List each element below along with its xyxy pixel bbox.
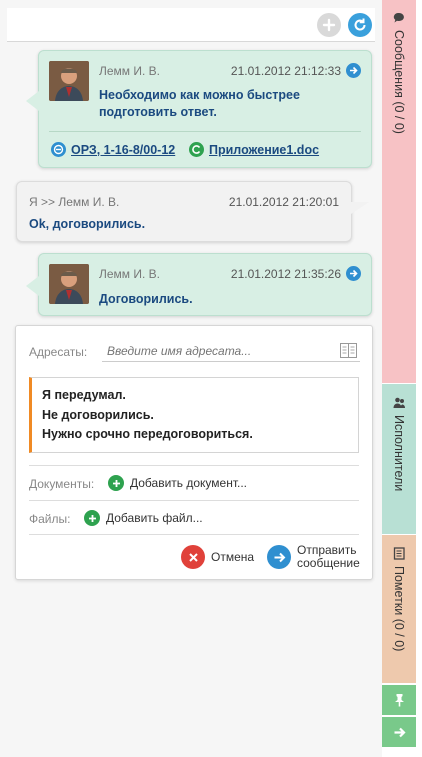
address-book-icon[interactable] xyxy=(340,343,357,358)
refresh-button[interactable] xyxy=(348,13,372,37)
message-outgoing: Я >> Лемм И. В. 21.01.2012 21:20:01 Ok, … xyxy=(16,181,369,242)
cancel-button[interactable]: Отмена xyxy=(181,545,254,569)
message-text: Необходимо как можно быстрее подготовить… xyxy=(99,88,300,119)
documents-label: Документы: xyxy=(29,477,95,491)
send-button[interactable]: Отправить сообщение xyxy=(267,544,360,570)
divider xyxy=(29,465,359,466)
message-author: Лемм И. В. xyxy=(99,267,161,281)
chat-bubble-icon xyxy=(393,12,404,23)
toolbar xyxy=(7,8,375,42)
notebook-icon xyxy=(393,547,405,560)
attachment-link[interactable]: Приложение1.doc xyxy=(189,142,319,157)
users-icon xyxy=(393,397,405,408)
plus-icon xyxy=(108,475,124,491)
message-author: Лемм И. В. xyxy=(99,64,161,78)
document-icon xyxy=(189,142,204,157)
close-icon xyxy=(181,545,205,569)
message-textarea[interactable]: Я передумал. Не договорились. Нужно сроч… xyxy=(29,377,359,453)
link-icon xyxy=(51,142,66,157)
recipients-input[interactable] xyxy=(102,340,360,362)
conversation-panel: Лемм И. В. 21.01.2012 21:12:33 Необходим… xyxy=(0,0,382,757)
bubble-tail xyxy=(26,276,39,296)
side-tabs: Сообщения (0 / 0) Исполнители Пометки (0… xyxy=(382,0,416,757)
message-text: Договорились. xyxy=(99,292,193,306)
add-file-button[interactable]: Добавить файл... xyxy=(84,510,203,526)
message-date: 21.01.2012 21:20:01 xyxy=(228,195,339,209)
arrow-right-icon xyxy=(394,727,406,737)
arrow-right-icon[interactable] xyxy=(346,266,361,281)
message-date: 21.01.2012 21:35:26 xyxy=(230,267,341,281)
compose-form: Адресаты: Я передумал. Не договорились. … xyxy=(15,325,373,580)
message-author: Я >> Лемм И. В. xyxy=(29,195,120,209)
plus-icon xyxy=(84,510,100,526)
add-document-button[interactable]: Добавить документ... xyxy=(108,475,247,491)
message-incoming: Лемм И. В. 21.01.2012 21:35:26 Договорил… xyxy=(26,253,372,316)
avatar[interactable] xyxy=(49,264,89,304)
arrow-right-icon[interactable] xyxy=(346,63,361,78)
arrow-right-icon xyxy=(267,545,291,569)
divider xyxy=(29,534,359,535)
message-text: Ok, договорились. xyxy=(29,217,146,231)
attachment-link[interactable]: ОРЗ, 1-16-8/00-12 xyxy=(51,142,175,157)
message-date: 21.01.2012 21:12:33 xyxy=(230,64,341,78)
tab-executors[interactable]: Исполнители xyxy=(382,384,416,534)
plus-icon xyxy=(322,18,336,32)
message-incoming: Лемм И. В. 21.01.2012 21:12:33 Необходим… xyxy=(26,50,372,168)
pin-button[interactable] xyxy=(382,685,416,715)
files-label: Файлы: xyxy=(29,512,71,526)
pin-icon xyxy=(394,694,404,707)
recipients-label: Адресаты: xyxy=(29,345,88,359)
add-button[interactable] xyxy=(317,13,341,37)
tab-notes[interactable]: Пометки (0 / 0) xyxy=(382,535,416,683)
next-button[interactable] xyxy=(382,717,416,747)
divider xyxy=(29,500,359,501)
tab-messages[interactable]: Сообщения (0 / 0) xyxy=(382,0,416,383)
bubble-tail xyxy=(351,202,369,214)
bubble-tail xyxy=(26,91,39,111)
avatar[interactable] xyxy=(49,61,89,101)
refresh-icon xyxy=(354,18,366,31)
divider xyxy=(49,131,361,132)
